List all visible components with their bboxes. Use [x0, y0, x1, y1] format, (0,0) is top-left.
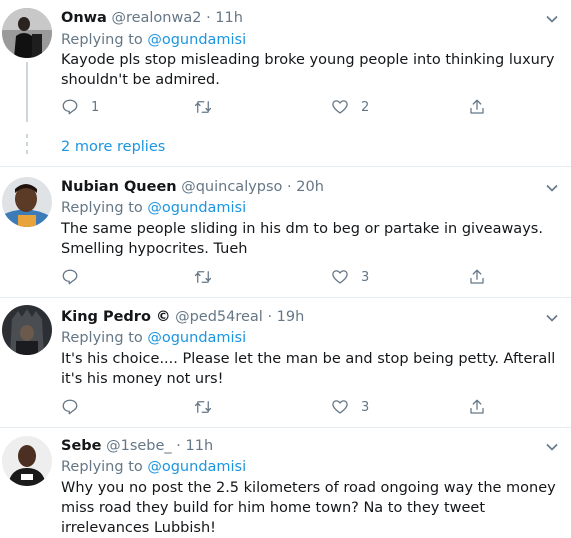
replying-to-link[interactable]: @ogundamisi [147, 459, 246, 475]
tweet-text: Kayode pls stop misleading broke young p… [61, 52, 555, 88]
tweet-header: Onwa @realonwa2 · 11h [61, 10, 243, 26]
reply-button[interactable] [61, 266, 91, 288]
tweet-actions: 1 2 [61, 96, 484, 118]
tweet-king-pedro[interactable]: King Pedro © @ped54real · 19h Replying t… [0, 298, 571, 428]
avatar[interactable] [2, 436, 52, 486]
replying-to: Replying to @ogundamisi [61, 457, 246, 477]
tweet-text: It's his choice.... Please let the man b… [61, 351, 556, 387]
user-handle[interactable]: @ped54real [175, 309, 263, 325]
like-icon [332, 400, 348, 414]
replying-to: Replying to @ogundamisi [61, 30, 246, 50]
retweet-button[interactable] [194, 396, 224, 418]
tweet-header: Nubian Queen @quincalypso · 20h [61, 179, 324, 195]
user-handle[interactable]: @1sebe_ [106, 438, 172, 454]
replying-to-link[interactable]: @ogundamisi [147, 32, 246, 48]
like-icon [332, 270, 348, 284]
retweet-icon [194, 271, 212, 283]
replying-to-label: Replying to [61, 459, 143, 475]
like-count: 3 [361, 399, 370, 415]
share-button[interactable] [468, 266, 486, 288]
timestamp[interactable]: 19h [277, 309, 305, 325]
tweet-text: The same people sliding in his dm to beg… [61, 221, 543, 257]
more-replies-link[interactable]: 2 more replies [61, 137, 165, 157]
user-handle[interactable]: @quincalypso [181, 179, 282, 195]
caret-down-icon[interactable] [545, 440, 559, 454]
replying-to-link[interactable]: @ogundamisi [147, 330, 246, 346]
caret-down-icon[interactable] [545, 311, 559, 325]
avatar[interactable] [2, 305, 52, 355]
replying-to-label: Replying to [61, 32, 143, 48]
tweet-onwa[interactable]: Onwa @realonwa2 · 11h Replying to @ogund… [0, 0, 571, 168]
tweet-header: Sebe @1sebe_ · 11h [61, 438, 214, 454]
like-button[interactable]: 2 [331, 96, 369, 118]
thread-line [26, 62, 28, 122]
like-button[interactable]: 3 [331, 266, 369, 288]
thread-dots [26, 134, 28, 158]
like-count: 3 [361, 269, 370, 285]
share-icon [470, 399, 484, 414]
tweet-header: King Pedro © @ped54real · 19h [61, 309, 305, 325]
tweet-text: Why you no post the 2.5 kilometers of ro… [61, 480, 556, 536]
tweet-actions: 3 [61, 266, 484, 288]
retweet-button[interactable] [194, 266, 224, 288]
tweet-sebe[interactable]: Sebe @1sebe_ · 11h Replying to @ogundami… [0, 428, 571, 536]
timestamp[interactable]: 11h [186, 438, 214, 454]
caret-down-icon[interactable] [545, 12, 559, 26]
share-icon [470, 269, 484, 284]
display-name[interactable]: Onwa [61, 10, 107, 26]
user-handle[interactable]: @realonwa2 [111, 10, 201, 26]
reply-count: 1 [91, 99, 100, 115]
caret-down-icon[interactable] [545, 181, 559, 195]
retweet-button[interactable] [194, 96, 224, 118]
retweet-icon [194, 401, 212, 413]
like-icon [332, 100, 348, 114]
share-button[interactable] [468, 96, 486, 118]
timestamp[interactable]: 20h [296, 179, 324, 195]
share-icon [470, 99, 484, 114]
reply-icon [62, 269, 78, 285]
like-button[interactable]: 3 [331, 396, 369, 418]
avatar[interactable] [2, 177, 52, 227]
reply-icon [62, 399, 78, 415]
tweet-actions: 3 [61, 396, 484, 418]
like-count: 2 [361, 99, 370, 115]
replying-to: Replying to @ogundamisi [61, 198, 246, 218]
avatar[interactable] [2, 8, 52, 58]
tweet-nubian-queen[interactable]: Nubian Queen @quincalypso · 20h Replying… [0, 167, 571, 297]
replying-to-link[interactable]: @ogundamisi [147, 200, 246, 216]
timestamp[interactable]: 11h [215, 10, 243, 26]
replying-to-label: Replying to [61, 200, 143, 216]
display-name[interactable]: King Pedro © [61, 309, 170, 325]
retweet-icon [194, 101, 212, 113]
display-name[interactable]: Sebe [61, 438, 102, 454]
share-button[interactable] [468, 396, 486, 418]
replying-to: Replying to @ogundamisi [61, 328, 246, 348]
reply-button[interactable] [61, 396, 91, 418]
reply-icon [62, 99, 78, 115]
replying-to-label: Replying to [61, 330, 143, 346]
display-name[interactable]: Nubian Queen [61, 179, 177, 195]
reply-button[interactable]: 1 [61, 96, 99, 118]
